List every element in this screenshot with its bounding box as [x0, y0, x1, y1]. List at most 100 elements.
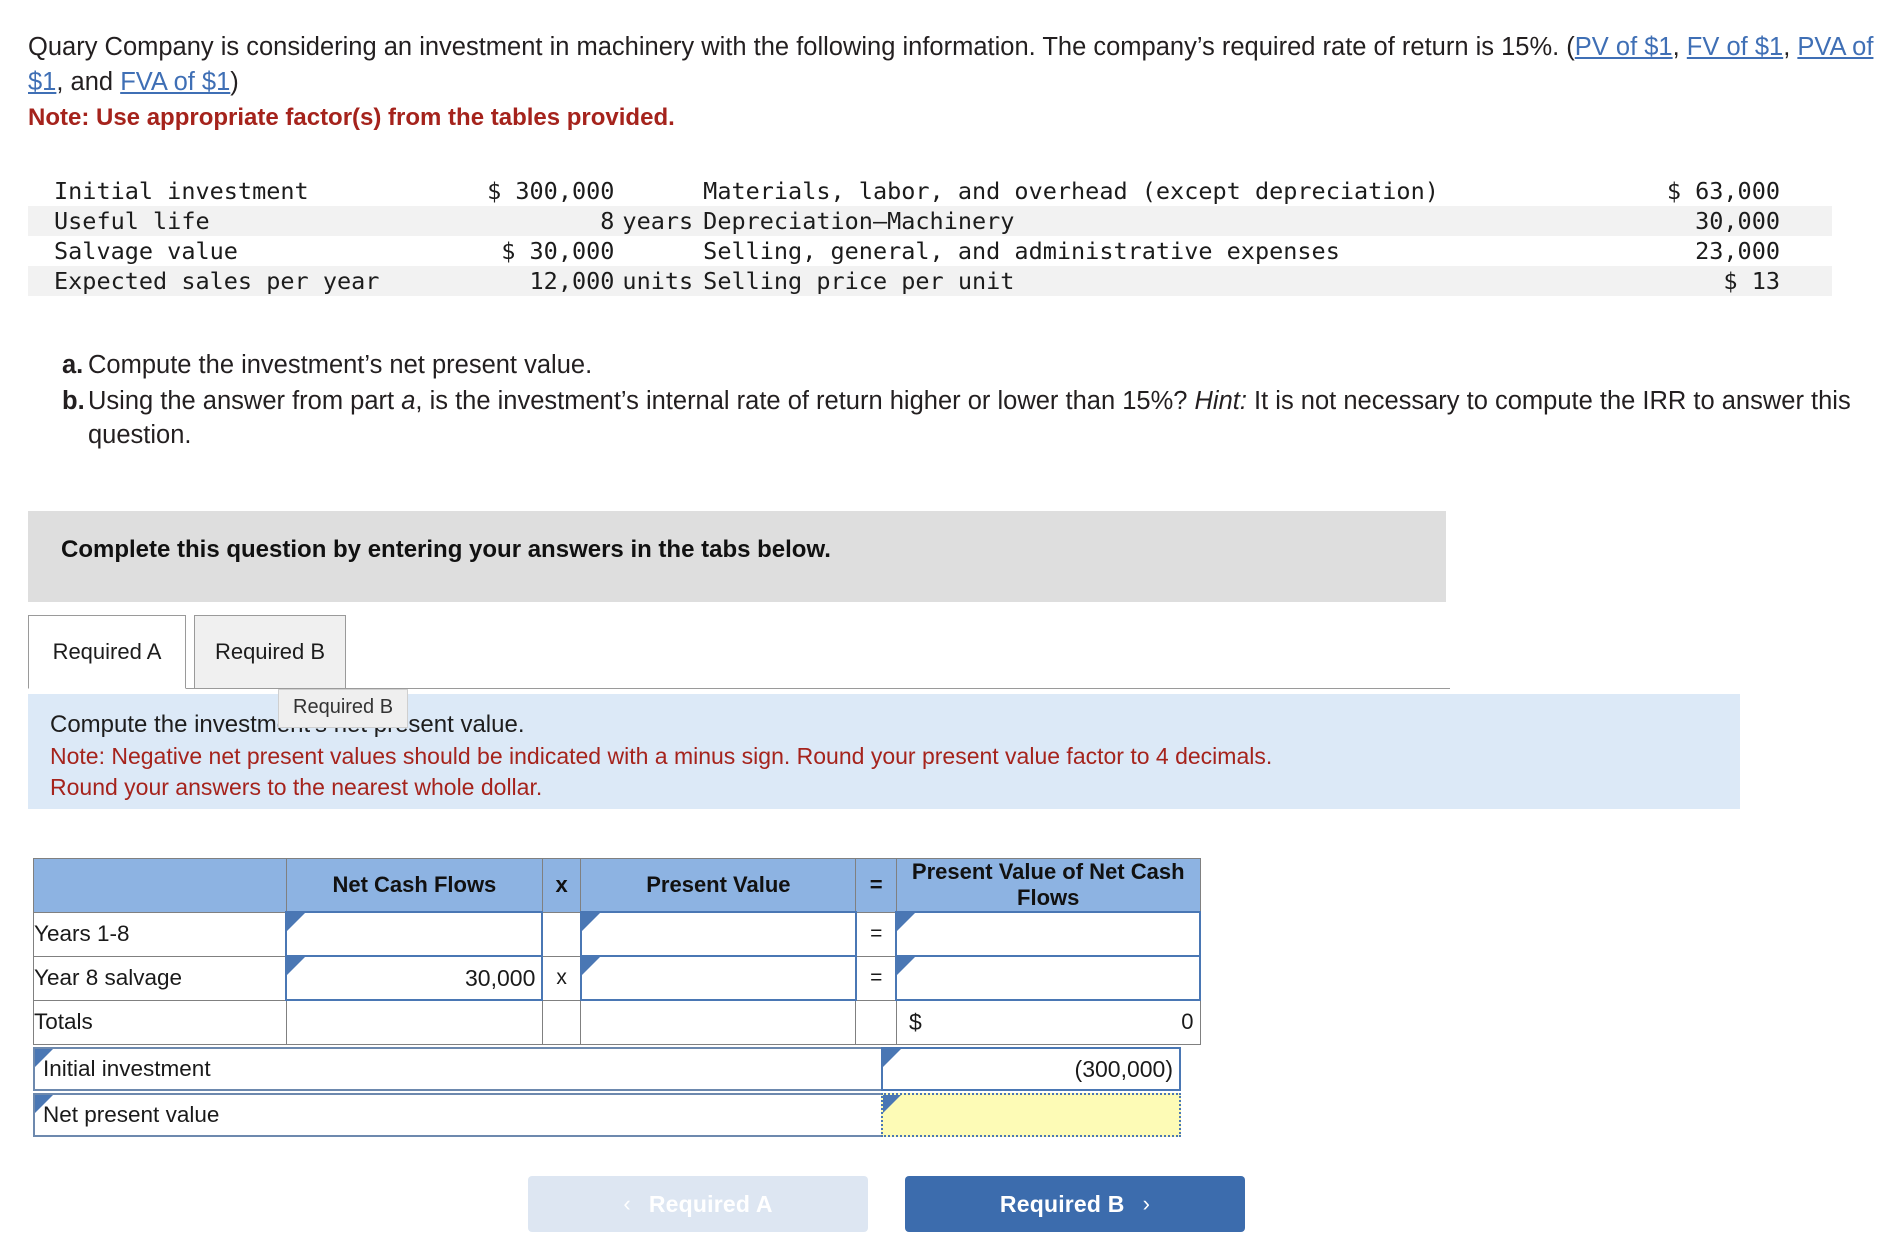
intro-text-part2: ): [230, 68, 239, 96]
totals-equals-cell: [855, 999, 897, 1045]
header-equals-operator: =: [855, 858, 897, 913]
row-label-totals: Totals: [33, 999, 287, 1045]
table-row: Years 1-8 =: [33, 911, 1201, 957]
tab-required-b-label: Required B: [214, 639, 326, 664]
table-row: Expected sales per year 12,000 units Sel…: [28, 266, 1832, 296]
required-tabs: Required A Required B: [28, 615, 1450, 693]
link-fva-of-1[interactable]: FVA of $1: [120, 68, 230, 96]
previous-required-a-button[interactable]: ‹ Required A: [528, 1176, 868, 1232]
fact-label-depreciation-machinery: Depreciation—Machinery: [703, 207, 1015, 235]
fact-value-expected-sales: 12,000: [529, 267, 615, 295]
header-net-cash-flows: Net Cash Flows: [285, 858, 543, 913]
input-net-present-value-label[interactable]: Net present value: [33, 1092, 883, 1137]
instructions-line-3: Round your answers to the nearest whole …: [50, 774, 543, 800]
npv-answer-grid: Net Cash Flows x Present Value = Present…: [33, 858, 1201, 1137]
tables-note: Note: Use appropriate factor(s) from the…: [28, 104, 675, 131]
input-years-1-8-net-cash-flows[interactable]: [285, 911, 544, 957]
table-row: Useful life 8 years Depreciation—Machine…: [28, 206, 1832, 236]
tab-required-a-label: Required A: [52, 639, 162, 664]
row-label-year-8-salvage: Year 8 salvage: [33, 955, 287, 1001]
input-net-present-value-value[interactable]: [881, 1092, 1181, 1137]
fact-value-sga-expenses: 23,000: [1695, 237, 1780, 265]
input-year-8-salvage-net-cash-flows[interactable]: 30,000: [285, 955, 544, 1001]
fact-value-selling-price-per-unit: $ 13: [1723, 267, 1780, 295]
totals-pv-net-cash-flows: $ 0: [895, 999, 1201, 1045]
header-present-value: Present Value: [580, 858, 857, 913]
table-row-totals: Totals $ 0: [33, 999, 1201, 1045]
operator-years-1-8-multiply: [541, 911, 582, 957]
fact-value-initial-investment: $ 300,000: [487, 177, 615, 205]
investment-facts-table: Initial investment $ 300,000 Materials, …: [28, 176, 1832, 296]
next-required-b-button[interactable]: Required B ›: [905, 1176, 1245, 1232]
operator-year-8-salvage-multiply: x: [541, 955, 582, 1001]
totals-net-cash-flows-cell: [285, 999, 543, 1045]
input-initial-investment-label[interactable]: Initial investment: [33, 1046, 883, 1091]
requirements-list: a. Compute the investment’s net present …: [62, 348, 1862, 454]
intro-sep-1: ,: [1672, 33, 1687, 61]
row-initial-investment: Initial investment (300,000): [33, 1046, 1201, 1091]
intro-text-part1: Quary Company is considering an investme…: [28, 33, 1575, 61]
fact-label-expected-sales: Expected sales per year: [54, 267, 380, 295]
header-blank: [33, 858, 287, 913]
link-pv-of-1[interactable]: PV of $1: [1575, 33, 1673, 61]
requirement-b-hint-label: Hint:: [1194, 387, 1247, 415]
fact-label-salvage-value: Salvage value: [54, 237, 238, 265]
previous-required-a-label: Required A: [648, 1190, 773, 1217]
table-row: Year 8 salvage 30,000 x =: [33, 955, 1201, 1001]
totals-pv-net-cash-flows-value: 0: [1181, 1009, 1194, 1035]
row-net-present-value: Net present value: [33, 1092, 1201, 1137]
fact-label-materials-labor-overhead: Materials, labor, and overhead (except d…: [703, 177, 1439, 205]
input-year-8-salvage-present-value[interactable]: [579, 955, 857, 1001]
chevron-left-icon: ‹: [623, 1191, 631, 1216]
chevron-right-icon: ›: [1142, 1191, 1151, 1216]
tab-required-b[interactable]: Required B: [194, 615, 346, 689]
requirement-a-marker: a.: [62, 351, 84, 379]
link-fv-of-1[interactable]: FV of $1: [1687, 33, 1783, 61]
fact-value-materials-labor-overhead: $ 63,000: [1666, 177, 1780, 205]
intro-sep-3: , and: [56, 68, 121, 96]
fact-value-salvage-value: $ 30,000: [501, 237, 615, 265]
requirement-b-em-part-a: a: [401, 387, 416, 415]
fact-label-initial-investment: Initial investment: [54, 177, 309, 205]
row-label-years-1-8: Years 1-8: [33, 911, 287, 957]
input-years-1-8-pv-net-cash-flows[interactable]: [895, 911, 1201, 957]
totals-currency-symbol: $: [908, 1009, 922, 1035]
tab-required-a[interactable]: Required A: [28, 615, 186, 689]
fact-unit-expected-sales: units: [622, 267, 694, 295]
fact-value-useful-life: 8: [600, 207, 615, 235]
header-multiply-operator: x: [541, 858, 582, 913]
fact-unit-salvage-value: [616, 236, 695, 266]
fact-label-sga-expenses: Selling, general, and administrative exp…: [703, 237, 1340, 265]
header-present-value-of-net-cash-flows: Present Value of Net Cash Flows: [895, 858, 1201, 913]
requirement-b-mid: , is the investment’s internal rate of r…: [415, 387, 1195, 415]
requirement-a-text: Compute the investment’s net present val…: [88, 351, 593, 379]
intro-sep-2: ,: [1783, 33, 1798, 61]
requirement-b-text: Using the answer from part a, is the inv…: [88, 384, 1862, 452]
table-row: Initial investment $ 300,000 Materials, …: [28, 176, 1832, 206]
input-year-8-salvage-pv-net-cash-flows[interactable]: [895, 955, 1201, 1001]
input-year-8-salvage-net-cash-flows-value: 30,000: [465, 965, 536, 991]
question-intro: Quary Company is considering an investme…: [28, 30, 1878, 100]
operator-years-1-8-equals: =: [855, 911, 897, 957]
complete-question-banner: Complete this question by entering your …: [28, 511, 1446, 602]
fact-label-useful-life: Useful life: [54, 207, 210, 235]
npv-table-header-row: Net Cash Flows x Present Value = Present…: [33, 858, 1201, 913]
complete-question-banner-text: Complete this question by entering your …: [61, 536, 831, 563]
requirement-b-pre: Using the answer from part: [88, 387, 402, 415]
question-page: Quary Company is considering an investme…: [0, 0, 1882, 1238]
requirement-b: b. Using the answer from part a, is the …: [62, 384, 1862, 452]
totals-multiply-cell: [541, 999, 582, 1045]
fact-unit-initial-investment: [616, 176, 695, 206]
next-required-b-label: Required B: [999, 1190, 1125, 1217]
fact-unit-useful-life: years: [622, 207, 694, 235]
fact-label-selling-price-per-unit: Selling price per unit: [703, 267, 1015, 295]
fact-value-depreciation-machinery: 30,000: [1695, 207, 1780, 235]
instructions-line-2: Note: Negative net present values should…: [50, 743, 1273, 769]
requirement-a: a. Compute the investment’s net present …: [62, 348, 1862, 382]
requirement-b-marker: b.: [62, 387, 85, 415]
operator-year-8-salvage-equals: =: [855, 955, 897, 1001]
tab-tooltip: Required B: [278, 689, 409, 728]
input-years-1-8-present-value[interactable]: [579, 911, 857, 957]
input-initial-investment-value[interactable]: (300,000): [881, 1046, 1181, 1091]
npv-table: Net Cash Flows x Present Value = Present…: [33, 858, 1201, 1045]
